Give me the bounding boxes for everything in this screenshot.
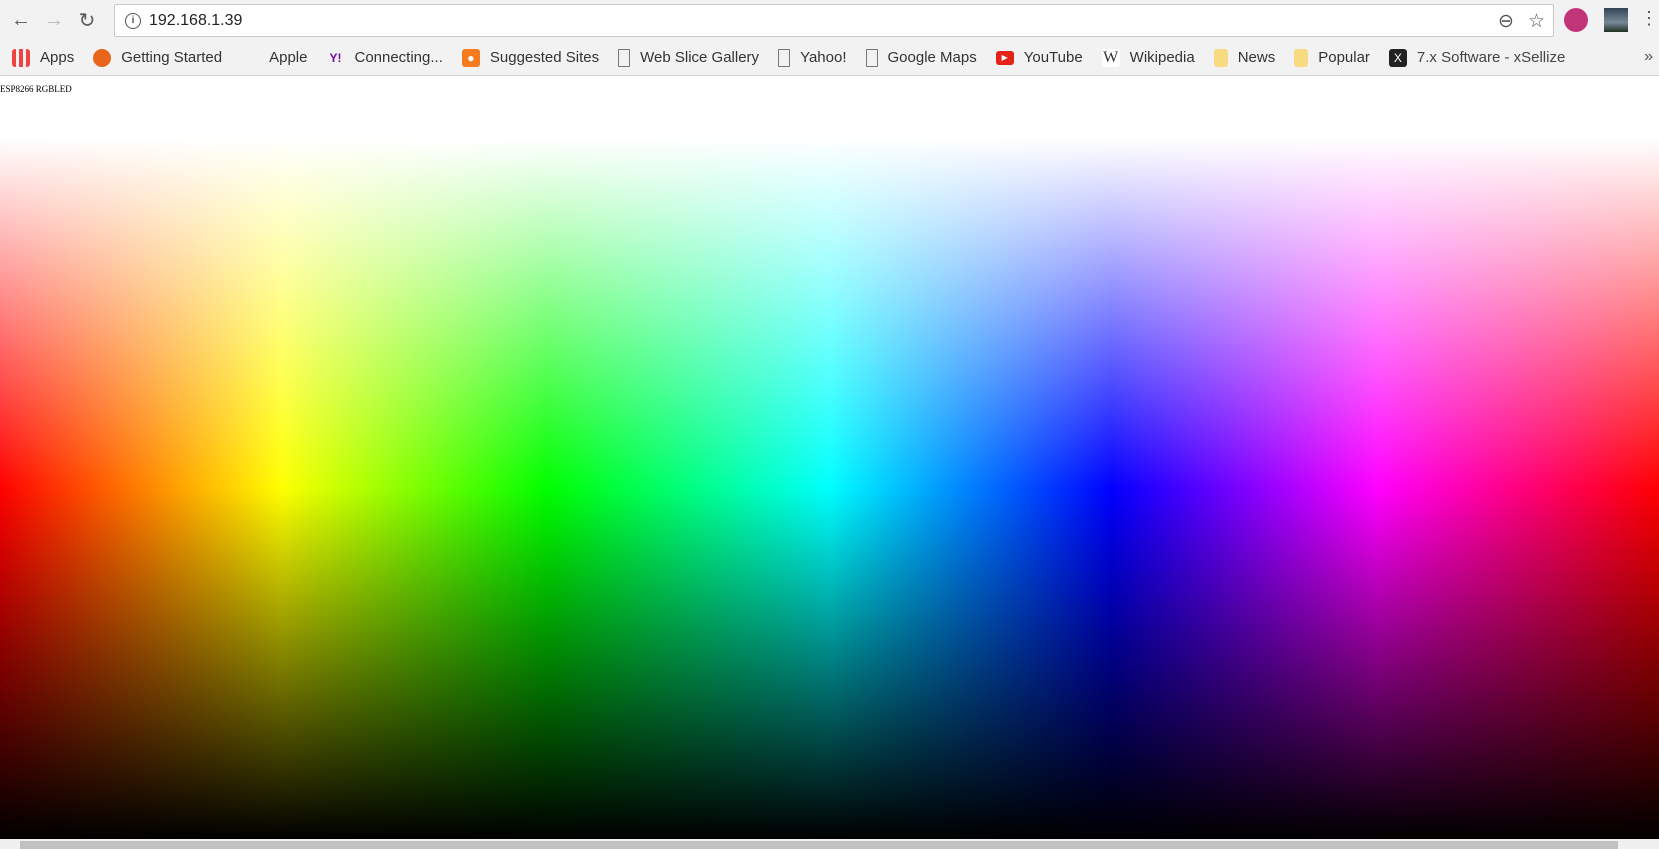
bookmark-yahoo[interactable]: Yahoo!	[778, 48, 847, 67]
page-icon	[778, 48, 791, 67]
reload-button[interactable]: ↻	[75, 8, 99, 32]
folder-icon	[1213, 48, 1228, 67]
yahoo-icon: Y!	[329, 50, 342, 65]
browser-toolbar: ← → ↻ i 192.168.1.39 ⊖ ☆ ⋮	[0, 0, 1659, 40]
bookmarks-bar: Apps Getting Started Apple Y! Connecting.…	[0, 40, 1659, 76]
wikipedia-icon: W	[1101, 48, 1120, 67]
bookmark-getting-started[interactable]: Getting Started	[93, 48, 222, 67]
bookmark-apps[interactable]: Apps	[12, 48, 74, 67]
address-bar[interactable]: i 192.168.1.39 ⊖ ☆	[114, 4, 1554, 37]
zoom-icon[interactable]: ⊖	[1498, 10, 1514, 33]
page-icon	[618, 48, 631, 67]
horizontal-scrollbar[interactable]	[0, 839, 1659, 849]
bookmark-google-maps[interactable]: Google Maps	[865, 48, 977, 67]
bookmark-popular[interactable]: Popular	[1294, 48, 1370, 67]
bookmark-web-slice-gallery[interactable]: Web Slice Gallery	[618, 48, 759, 67]
bookmark-suggested-sites[interactable]: ● Suggested Sites	[461, 48, 599, 67]
apple-icon	[241, 49, 259, 67]
bookmark-news[interactable]: News	[1213, 48, 1275, 67]
xsellize-icon: X	[1388, 48, 1407, 67]
profile-avatar[interactable]	[1604, 8, 1628, 32]
back-button[interactable]: ←	[9, 8, 33, 32]
bookmark-xsellize[interactable]: X 7.x Software - xSellize	[1388, 48, 1565, 67]
bookmark-apple[interactable]: Apple	[241, 49, 307, 67]
menu-icon[interactable]: ⋮	[1640, 8, 1658, 32]
info-icon[interactable]: i	[125, 12, 141, 29]
folder-icon	[1294, 48, 1309, 67]
apps-grid-icon	[12, 48, 30, 67]
forward-button[interactable]: →	[42, 8, 66, 32]
bookmarks-overflow-button[interactable]: »	[1644, 48, 1653, 66]
bookmark-wikipedia[interactable]: W Wikipedia	[1101, 48, 1195, 67]
firefox-icon	[93, 48, 112, 67]
bookmark-connecting[interactable]: Y! Connecting...	[326, 49, 442, 67]
bookmark-youtube[interactable]: ▶ YouTube	[995, 49, 1083, 66]
youtube-icon: ▶	[995, 50, 1014, 65]
bookmark-star-icon[interactable]: ☆	[1528, 10, 1545, 33]
color-picker-canvas[interactable]	[0, 138, 1659, 839]
scrollbar-thumb[interactable]	[20, 841, 1618, 849]
page-title: ESP8266 RGBLED	[0, 84, 72, 94]
extension-smiley-icon[interactable]	[1564, 8, 1588, 32]
suggested-sites-icon: ●	[461, 48, 480, 67]
url-text[interactable]: 192.168.1.39	[149, 12, 242, 30]
page-icon	[865, 48, 878, 67]
